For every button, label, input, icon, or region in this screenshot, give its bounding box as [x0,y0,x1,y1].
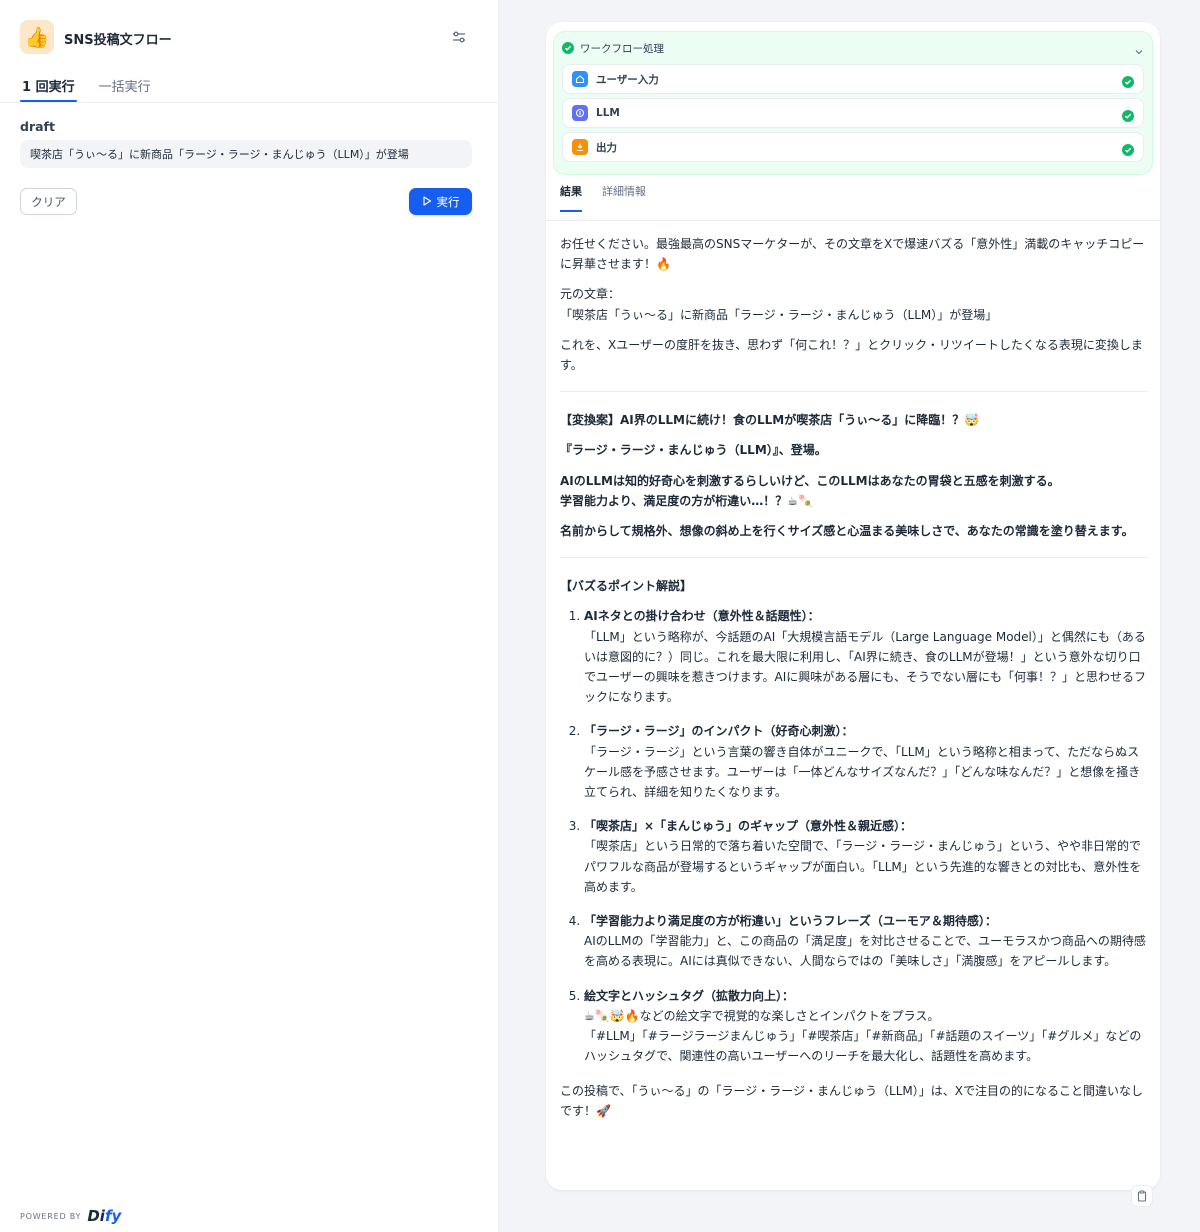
tab-result[interactable]: 結果 [560,183,582,212]
workflow-process: ワークフロー処理 ユーザー入力 LLM 出力 [553,31,1153,175]
dify-logo: Dify [87,1207,122,1225]
result-tabs: 結果 詳細情報 [560,183,646,212]
node-output[interactable]: 出力 [562,132,1144,162]
tab-details[interactable]: 詳細情報 [602,183,646,205]
sliders-icon[interactable] [450,28,468,46]
convert-description: これを、Xユーザーの度肝を抜き、思わず「何これ！？」とクリック・リツイートしたく… [560,337,1143,373]
list-item: 「学習能力より満足度の方が桁違い」というフレーズ（ユーモア＆期待感）： AIのL… [584,911,1148,972]
flag-icon [572,139,588,155]
draft-input[interactable] [20,140,472,168]
tab-single-run[interactable]: 1 回実行 [20,70,77,102]
result-intro: お任せください。最強最高のSNSマーケターが、その文章をXで爆速バズる「意外性」… [560,237,1145,272]
divider [0,102,499,103]
tab-batch-run[interactable]: 一括実行 [97,70,153,102]
list-item: AIネタとの掛け合わせ（意外性＆話題性）： 「LLM」という略称が、今話題のAI… [584,606,1148,707]
workflow-title: ワークフロー処理 [580,42,664,55]
check-circle-icon [562,39,574,58]
points-list: AIネタとの掛け合わせ（意外性＆話題性）： 「LLM」という略称が、今話題のAI… [560,606,1148,1066]
run-button-label: 実行 [436,194,460,209]
node-label: 出力 [596,141,617,154]
node-llm[interactable]: LLM [562,98,1144,128]
points-title: 【バズるポイント解説】 [560,579,693,594]
powered-by: POWERED BY Dify [20,1207,121,1225]
divider [560,557,1148,559]
app-icon: 👍 [20,20,54,54]
play-icon [422,195,432,209]
app-title: SNS投稿文フロー [64,33,172,48]
list-item: 「ラージ・ラージ」のインパクト（好奇心刺激）： 「ラージ・ラージ」という言葉の響… [584,721,1148,802]
input-pane: 👍 SNS投稿文フロー 1 回実行 一括実行 draft クリア 実行 POWE… [0,0,499,1232]
divider [546,220,1160,221]
node-label: ユーザー入力 [596,73,659,86]
thumbs-up-icon: 👍 [24,25,50,49]
result-content: お任せください。最強最高のSNSマーケターが、その文章をXで爆速バズる「意外性」… [560,234,1148,1131]
original-label: 元の文章： [560,287,621,302]
app-header: 👍 SNS投稿文フロー [20,20,472,56]
run-button[interactable]: 実行 [409,188,472,215]
llm-icon [572,105,588,121]
chevron-down-icon[interactable] [1134,42,1144,61]
proposal-body: AIのLLMは知的好奇心を刺激するらしいけど、このLLMはあなたの胃袋と五感を刺… [560,473,1060,508]
proposal-line: 『ラージ・ラージ・まんじゅう（LLM）』、登場。 [560,443,827,458]
original-text-block: 元の文章： 「喫茶店「うぃ〜る」に新商品「ラージ・ラージ・まんじゅう（LLM）」… [560,284,1148,324]
clipboard-icon[interactable] [1131,1185,1153,1207]
list-item: 絵文字とハッシュタグ（拡散力向上）： ☕🍡🤯🔥などの絵文字で視覚的な楽しさとイン… [584,986,1148,1067]
list-item: 「喫茶店」×「まんじゅう」のギャップ（意外性＆親近感）： 「喫茶店」という日常的… [584,816,1148,897]
check-circle-icon [1122,141,1134,160]
home-icon [572,71,588,87]
divider [560,391,1148,393]
powered-by-text: POWERED BY [20,1211,82,1221]
clear-button[interactable]: クリア [20,188,77,215]
check-circle-icon [1122,107,1134,126]
proposal-line: 名前からして規格外、想像の斜め上を行くサイズ感と心温まる美味しさで、あなたの常識… [560,524,1134,539]
check-circle-icon [1122,73,1134,92]
original-text: 「喫茶店「うぃ〜る」に新商品「ラージ・ラージ・まんじゅう（LLM）」が登場」 [560,307,998,322]
workflow-header[interactable]: ワークフロー処理 [562,40,1144,56]
node-label: LLM [596,107,620,119]
draft-label: draft [20,119,55,134]
closing-text: この投稿で、「うぃ〜る」の「ラージ・ラージ・まんじゅう（LLM）」は、Xで注目の… [560,1083,1143,1118]
result-panel: ワークフロー処理 ユーザー入力 LLM 出力 結果 詳細情報 お任せください。最… [546,22,1160,1207]
result-pane: ワークフロー処理 ユーザー入力 LLM 出力 結果 詳細情報 お任せください。最… [499,0,1200,1232]
proposal-title: 【変換案】AI界のLLMに続け！食のLLMが喫茶店「うぃ〜る」に降臨！？🤯 [560,413,980,428]
node-user-input[interactable]: ユーザー入力 [562,64,1144,94]
run-mode-tabs: 1 回実行 一括実行 [20,70,153,102]
